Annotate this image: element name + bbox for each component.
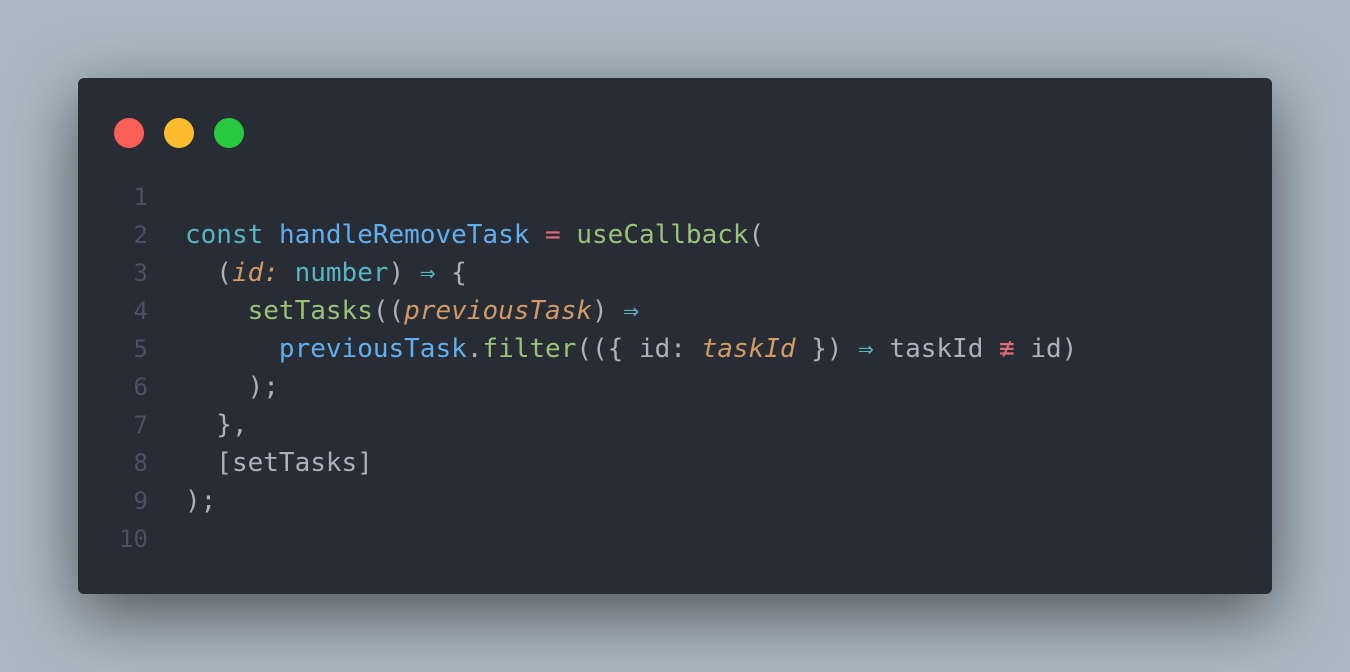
code-token: filter bbox=[482, 334, 577, 364]
code-line: 7 }, bbox=[78, 406, 1272, 444]
code-line: 9); bbox=[78, 482, 1272, 520]
line-source: ); bbox=[185, 482, 216, 520]
line-number: 8 bbox=[133, 449, 148, 477]
code-token: (( bbox=[372, 296, 405, 326]
line-source: }, bbox=[185, 406, 248, 444]
code-token: }) bbox=[795, 334, 859, 364]
line-number: 6 bbox=[133, 373, 148, 401]
code-line: 8 [setTasks] bbox=[78, 444, 1272, 482]
code-token: { bbox=[435, 258, 467, 288]
code-line: 6 ); bbox=[78, 368, 1272, 406]
close-button[interactable] bbox=[114, 118, 144, 148]
line-number: 3 bbox=[133, 259, 148, 287]
line-source: (id: number) ⇒ { bbox=[185, 254, 467, 292]
line-number: 2 bbox=[133, 221, 148, 249]
line-source: setTasks((previousTask) ⇒ bbox=[185, 292, 639, 330]
code-token: ⇒ bbox=[623, 296, 639, 326]
code-token: ( bbox=[748, 220, 765, 250]
line-number: 4 bbox=[133, 297, 148, 325]
line-source: const handleRemoveTask = useCallback( bbox=[185, 216, 764, 254]
code-token: . bbox=[466, 334, 483, 364]
line-source: ); bbox=[185, 368, 279, 406]
line-number: 7 bbox=[133, 411, 148, 439]
code-token: ); bbox=[185, 372, 279, 402]
code-token: : bbox=[263, 258, 279, 288]
line-number: 10 bbox=[119, 525, 148, 553]
code-line: 4 setTasks((previousTask) ⇒ bbox=[78, 292, 1272, 330]
code-token: }, bbox=[185, 410, 248, 440]
line-number: 1 bbox=[133, 183, 148, 211]
code-token: taskId bbox=[701, 334, 796, 364]
code-token: ( bbox=[185, 258, 232, 288]
line-number: 5 bbox=[133, 335, 148, 363]
code-line: 2 const handleRemoveTask = useCallback( bbox=[78, 216, 1272, 254]
code-token: previousTask bbox=[404, 296, 593, 326]
code-token: taskId bbox=[873, 334, 1000, 364]
code-token: id) bbox=[1014, 334, 1078, 364]
code-token: ⇒ bbox=[858, 334, 874, 364]
line-source: [setTasks] bbox=[185, 444, 373, 482]
code-token: useCallback bbox=[576, 220, 749, 250]
code-token: number bbox=[294, 258, 389, 288]
code-token: ⇒ bbox=[419, 258, 436, 288]
code-token: = bbox=[545, 220, 561, 250]
code-token: ) bbox=[388, 258, 420, 288]
minimize-button[interactable] bbox=[164, 118, 194, 148]
code-line: 5 previousTask.filter(({ id: taskId }) ⇒… bbox=[78, 330, 1272, 368]
line-source: previousTask.filter(({ id: taskId }) ⇒ t… bbox=[185, 330, 1077, 368]
code-line: 1 bbox=[78, 178, 1272, 216]
code-line: 10 bbox=[78, 520, 1272, 558]
code-token: ); bbox=[185, 486, 217, 516]
code-token: handleRemoveTask bbox=[278, 220, 530, 250]
code-token: id bbox=[231, 258, 264, 288]
code-token: ≢ bbox=[999, 334, 1015, 364]
code-token: const bbox=[185, 220, 264, 250]
code-token: [setTasks] bbox=[185, 448, 373, 478]
code-token: setTasks bbox=[247, 296, 373, 326]
code-window: 1 2 const handleRemoveTask = useCallback(3… bbox=[78, 78, 1272, 594]
code-editor[interactable]: 1 2 const handleRemoveTask = useCallback(3… bbox=[78, 178, 1272, 558]
code-token: ) bbox=[592, 296, 624, 326]
code-line: 3 (id: number) ⇒ { bbox=[78, 254, 1272, 292]
code-token: previousTask bbox=[278, 334, 467, 364]
maximize-button[interactable] bbox=[214, 118, 244, 148]
code-token: (({ id: bbox=[576, 334, 702, 364]
line-number: 9 bbox=[133, 487, 148, 515]
